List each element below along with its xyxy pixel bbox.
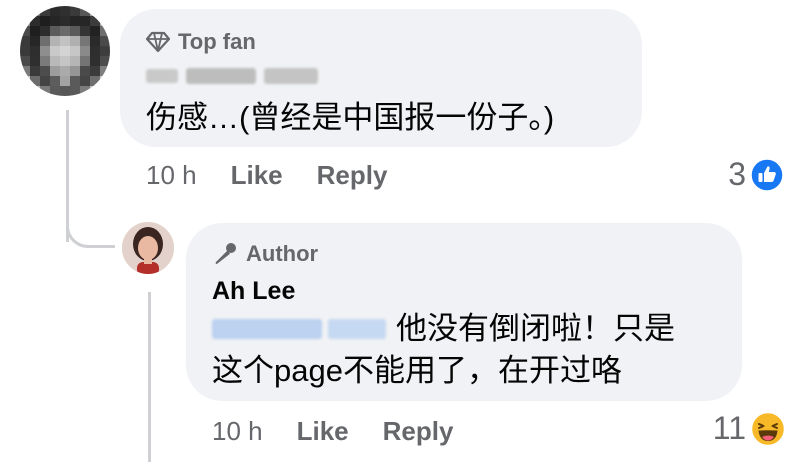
comment-reactions[interactable]: 3 <box>728 156 784 193</box>
haha-icon <box>750 411 786 446</box>
comment-text: 伤感…(曾经是中国报一份子。) <box>146 100 555 135</box>
author-name-redacted[interactable] <box>146 65 642 87</box>
reply-actions: 10 h Like Reply <box>212 416 487 447</box>
badge-label: Top fan <box>178 29 256 54</box>
commenter-avatar[interactable] <box>20 6 110 96</box>
reply-author-avatar[interactable] <box>122 222 174 274</box>
comment-bubble[interactable]: Top fan 伤感…(曾经是中国报一份子。) <box>120 9 642 147</box>
reply-button[interactable]: Reply <box>317 160 388 191</box>
reply-text-line1: 他没有倒闭啦！只是 <box>396 311 675 346</box>
microphone-icon <box>215 243 236 264</box>
reply-author-name[interactable]: Ah Lee <box>212 277 742 306</box>
author-photo <box>122 222 174 274</box>
like-button[interactable]: Like <box>297 416 349 447</box>
reaction-count: 11 <box>712 410 746 446</box>
reply-bubble[interactable]: Author Ah Lee 他没有倒闭啦！只是 这个page不能用了，在开过咯 <box>186 223 742 401</box>
author-badge[interactable]: Author <box>212 241 742 267</box>
reply-button[interactable]: Reply <box>383 416 454 447</box>
like-button[interactable]: Like <box>231 160 283 191</box>
reply-text-line2: 这个page不能用了，在开过咯 <box>212 353 622 388</box>
comment-actions: 10 h Like Reply <box>146 160 421 191</box>
top-fan-badge[interactable]: Top fan <box>146 29 642 55</box>
like-icon <box>750 157 784 192</box>
reaction-count: 3 <box>728 156 746 192</box>
diamond-icon <box>146 31 170 53</box>
mention-tag-redacted[interactable] <box>212 319 386 339</box>
comment-timestamp[interactable]: 10 h <box>146 160 197 191</box>
thread-line-curve <box>66 205 115 248</box>
reply-text: 他没有倒闭啦！只是 这个page不能用了，在开过咯 <box>212 308 742 392</box>
badge-label: Author <box>246 241 319 266</box>
reply-thread-line <box>148 292 151 462</box>
reply-timestamp[interactable]: 10 h <box>212 416 263 447</box>
reply-reactions[interactable]: 11 <box>713 410 786 447</box>
pixelated-avatar-image <box>20 6 110 96</box>
